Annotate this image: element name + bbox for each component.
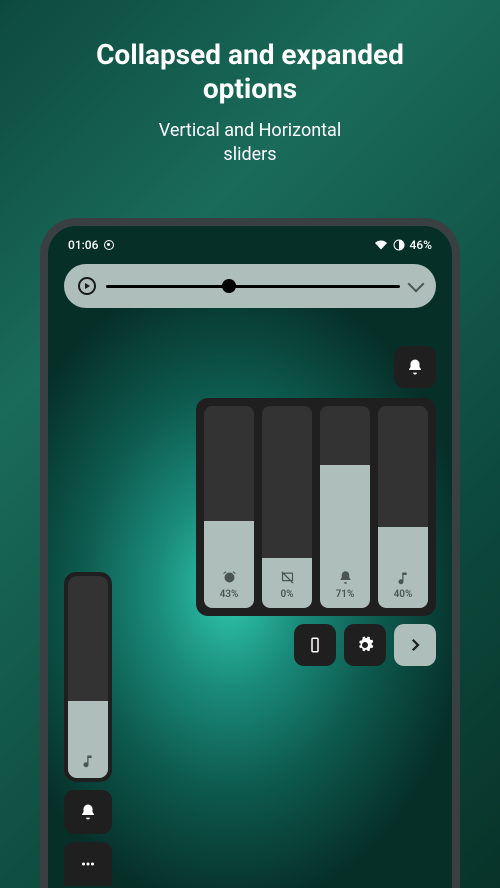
expand-chevron-icon[interactable] (408, 276, 425, 293)
slider-pct: 43% (220, 589, 239, 600)
phone-screen: 01:06 46% 43% (50, 228, 450, 886)
settings-button[interactable] (344, 624, 386, 666)
hero-subtitle-line2: sliders (223, 144, 276, 165)
play-icon[interactable] (78, 277, 96, 295)
status-time: 01:06 (68, 238, 98, 252)
wifi-icon (374, 239, 388, 251)
battery-icon (393, 239, 405, 251)
slider-pct: 40% (394, 589, 413, 600)
collapsed-panel (64, 572, 112, 886)
horizontal-slider-panel (64, 264, 436, 308)
expanded-panel: 43% 0% 71% (196, 398, 436, 666)
hero-section: Collapsed and expanded options Vertical … (0, 0, 500, 166)
phone-frame: 01:06 46% 43% (40, 218, 460, 888)
action-button-row (196, 624, 436, 666)
hero-title-line2: options (203, 72, 297, 105)
dots-icon (79, 855, 97, 873)
music-note-icon (396, 570, 411, 585)
collapsed-slider[interactable] (64, 572, 112, 782)
vertical-sliders-row: 43% 0% 71% (196, 398, 436, 616)
vibrate-button[interactable] (294, 624, 336, 666)
chevron-right-icon (406, 636, 424, 654)
phone-vibrate-icon (306, 636, 324, 654)
collapsed-bell-button[interactable] (64, 790, 112, 834)
alarm-icon (222, 570, 237, 585)
hero-subtitle: Vertical and Horizontal sliders (0, 119, 500, 166)
hero-title-line1: Collapsed and expanded (96, 38, 404, 71)
status-bar: 01:06 46% (50, 228, 450, 256)
message-off-icon (280, 570, 295, 585)
bell-icon (406, 358, 424, 376)
horizontal-slider-thumb[interactable] (222, 279, 236, 293)
slider-pct: 71% (336, 589, 355, 600)
horizontal-slider-track[interactable] (106, 285, 400, 288)
status-battery-pct: 46% (410, 238, 432, 252)
notification-toggle-button[interactable] (394, 346, 436, 388)
vertical-slider-message[interactable]: 0% (262, 406, 312, 608)
vertical-slider-ring[interactable]: 71% (320, 406, 370, 608)
collapsed-more-button[interactable] (64, 842, 112, 886)
record-indicator-icon (104, 240, 114, 250)
hero-subtitle-line1: Vertical and Horizontal (159, 120, 341, 141)
gear-icon (356, 636, 374, 654)
status-left: 01:06 (68, 238, 114, 252)
bell-icon (338, 570, 353, 585)
status-right: 46% (374, 238, 432, 252)
music-note-icon (81, 753, 96, 768)
bell-icon (79, 803, 97, 821)
vertical-slider-alarm[interactable]: 43% (204, 406, 254, 608)
more-button[interactable] (394, 624, 436, 666)
vertical-slider-media[interactable]: 40% (378, 406, 428, 608)
hero-title: Collapsed and expanded options (0, 38, 500, 105)
slider-pct: 0% (280, 589, 293, 600)
